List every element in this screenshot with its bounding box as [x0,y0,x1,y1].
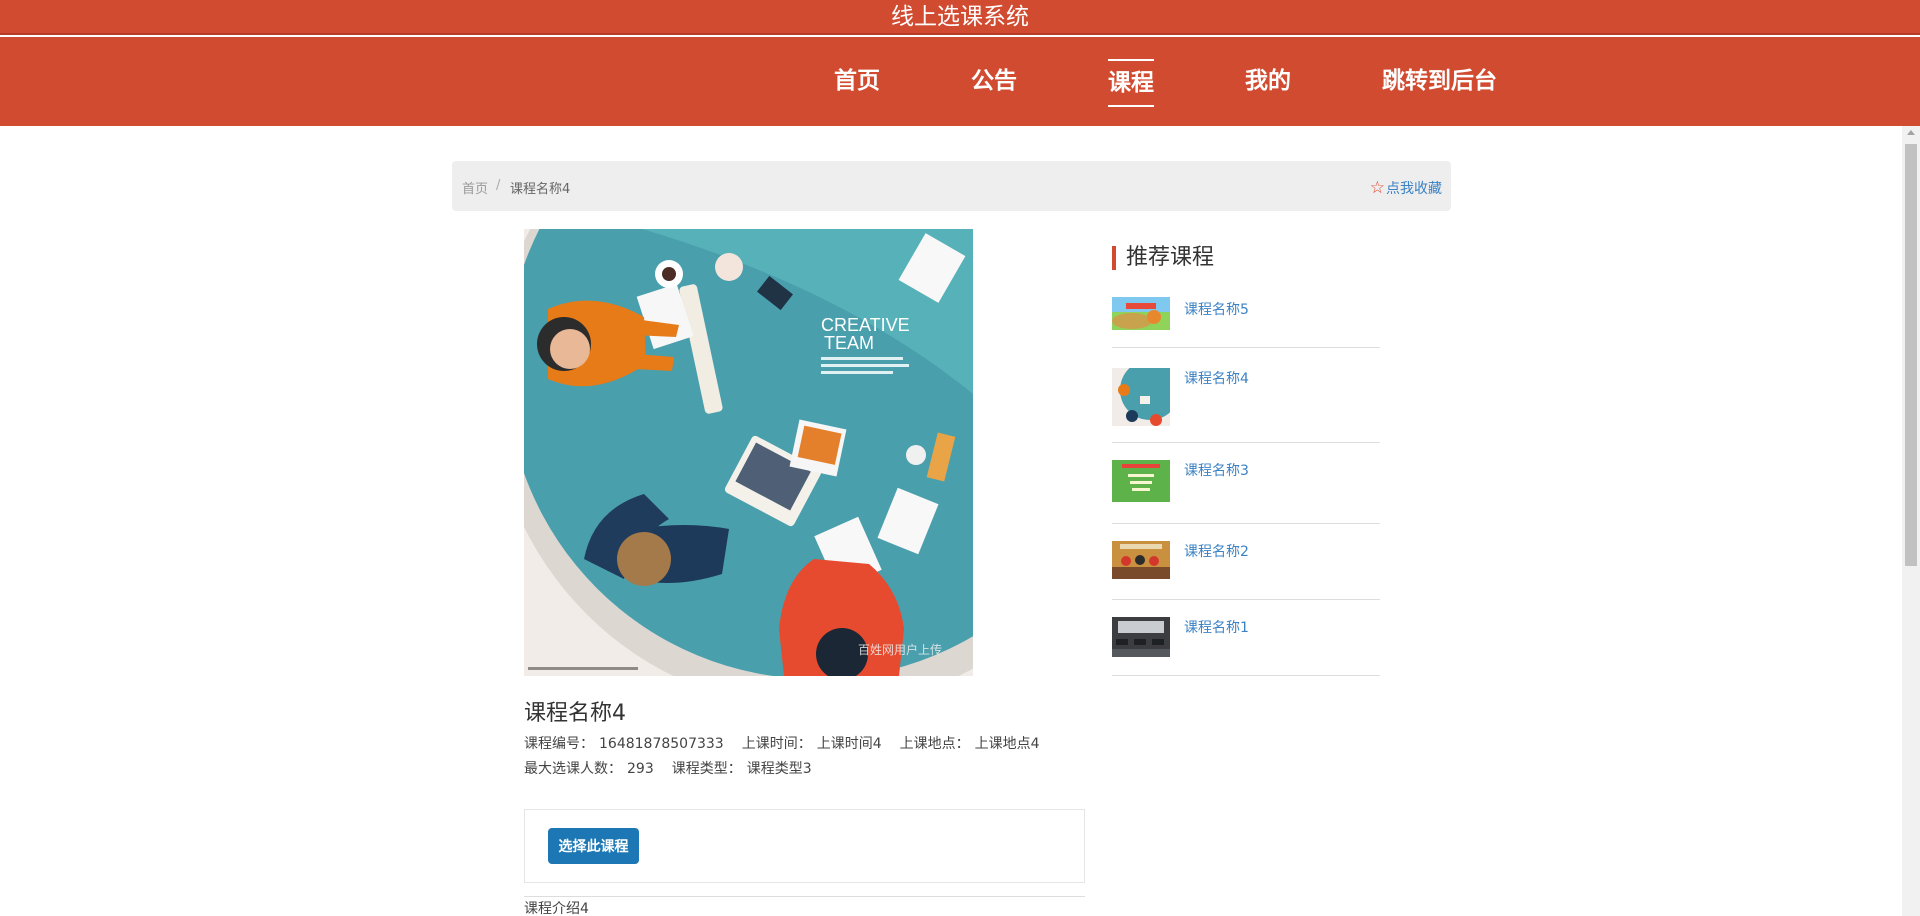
image-watermark: 百姓网用户上传 [858,642,942,657]
nav-item-notice[interactable]: 公告 [971,59,1017,107]
course-code-value: 16481878507333 [599,736,724,752]
recommend-item[interactable]: 课程名称1 [1112,600,1380,676]
recommend-thumbnail[interactable] [1112,368,1170,426]
recommend-item[interactable]: 课程名称2 [1112,524,1380,600]
recommend-thumbnail[interactable] [1112,297,1170,330]
nav-item-admin[interactable]: 跳转到后台 [1382,59,1497,107]
recommend-link[interactable]: 课程名称4 [1184,368,1249,388]
breadcrumb: 首页 / 课程名称4 ☆点我收藏 [452,161,1451,211]
scroll-up-arrow-icon[interactable] [1907,130,1915,135]
course-place-value: 上课地点4 [974,736,1040,752]
course-title: 课程名称4 [524,701,626,726]
main-nav: 首页 公告 课程 我的 跳转到后台 [0,37,1920,126]
breadcrumb-home-link[interactable]: 首页 [462,178,488,197]
course-time-value: 上课时间4 [816,736,882,752]
image-text-team: TEAM [824,333,874,353]
recommend-heading: 推荐课程 [1112,246,1214,270]
course-time-label: 上课时间： [741,736,812,752]
breadcrumb-current: 课程名称4 [510,182,571,197]
course-type-value: 课程类型3 [746,761,812,777]
course-action-box: 选择此课程 [524,809,1085,883]
favorite-button[interactable]: ☆点我收藏 [1370,178,1442,198]
section-divider [524,896,1085,897]
course-max-label: 最大选课人数： [524,761,622,777]
image-text-creative: CREATIVE [821,315,910,335]
recommend-thumbnail[interactable] [1112,541,1170,579]
site-title: 线上选课系统 [891,4,1029,30]
scrollbar-thumb[interactable] [1905,144,1917,566]
favorite-label: 点我收藏 [1386,181,1442,197]
star-outline-icon: ☆ [1369,178,1385,198]
recommend-item[interactable]: 课程名称3 [1112,443,1380,524]
nav-item-mine[interactable]: 我的 [1245,59,1291,107]
recommend-link[interactable]: 课程名称1 [1184,617,1249,637]
recommend-link[interactable]: 课程名称2 [1184,541,1249,561]
course-info-line-2: 最大选课人数： 293 课程类型： 课程类型3 [524,758,817,778]
nav-item-home[interactable]: 首页 [834,59,880,107]
recommend-thumbnail[interactable] [1112,460,1170,502]
course-image: CREATIVE TEAM 百姓网用户上传 [524,229,973,676]
recommend-thumbnail[interactable] [1112,617,1170,657]
recommend-item[interactable]: 课程名称5 [1112,290,1380,348]
recommend-list: 课程名称5 课程名称4 课程名称3 课程名称2 课程名称1 [1112,290,1380,676]
page-scrollbar[interactable] [1902,126,1920,916]
recommend-link[interactable]: 课程名称5 [1184,299,1249,319]
course-place-label: 上课地点： [899,736,970,752]
course-max-value: 293 [627,761,654,777]
course-intro: 课程介绍4 [524,901,589,916]
top-banner: 线上选课系统 [0,0,1920,35]
course-info-line-1: 课程编号： 16481878507333 上课时间： 上课时间4 上课地点： 上课地点4 [524,733,1045,753]
course-code-label: 课程编号： [524,736,594,752]
nav-item-course[interactable]: 课程 [1108,59,1154,107]
recommend-link[interactable]: 课程名称3 [1184,460,1249,480]
breadcrumb-separator: / [496,178,501,193]
course-type-label: 课程类型： [671,761,742,777]
recommend-item[interactable]: 课程名称4 [1112,348,1380,443]
select-course-button[interactable]: 选择此课程 [548,828,639,864]
